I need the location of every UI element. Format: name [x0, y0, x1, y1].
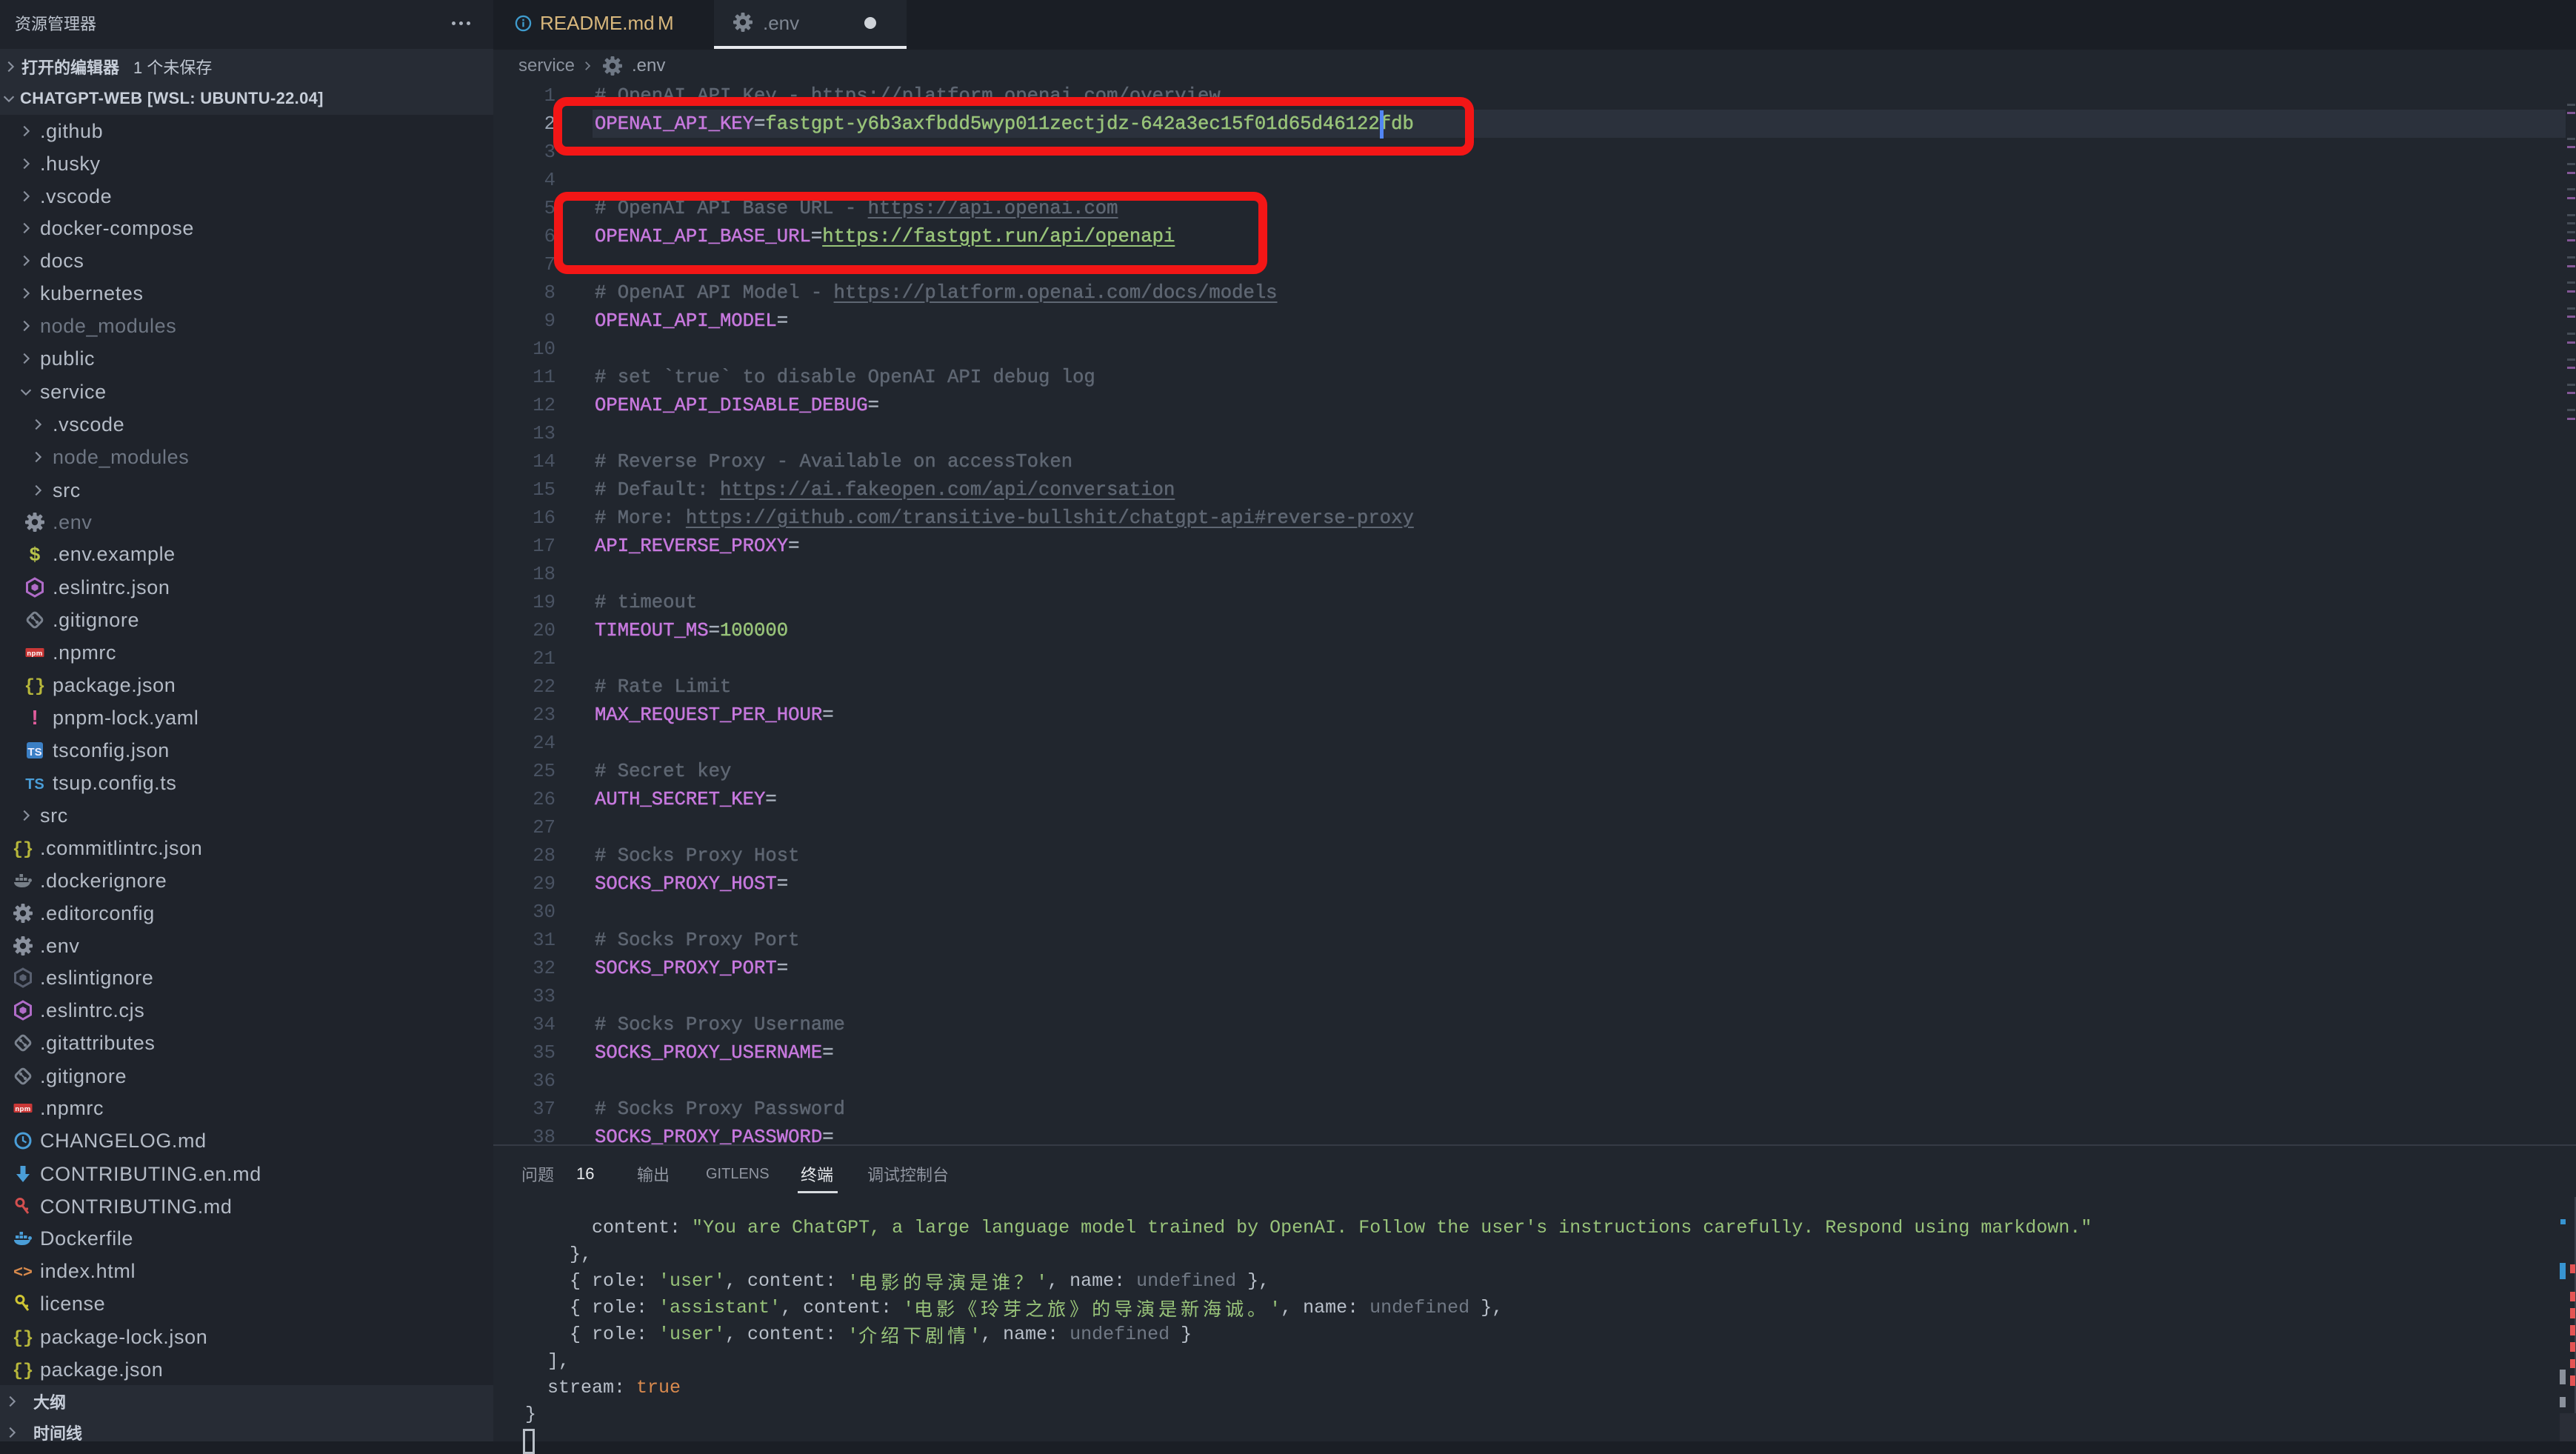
svg-text:npm: npm: [15, 1105, 30, 1113]
svg-text:{}: {}: [13, 840, 33, 858]
svg-text:npm: npm: [27, 650, 42, 658]
svg-text:!: !: [31, 707, 38, 728]
svg-text:$: $: [30, 544, 41, 564]
svg-text:{}: {}: [13, 1361, 33, 1380]
svg-text:TS: TS: [27, 746, 41, 758]
svg-text:TS: TS: [25, 776, 44, 793]
svg-text:{}: {}: [13, 1329, 33, 1347]
svg-text:<>: <>: [13, 1262, 33, 1281]
svg-text:{}: {}: [24, 677, 45, 696]
